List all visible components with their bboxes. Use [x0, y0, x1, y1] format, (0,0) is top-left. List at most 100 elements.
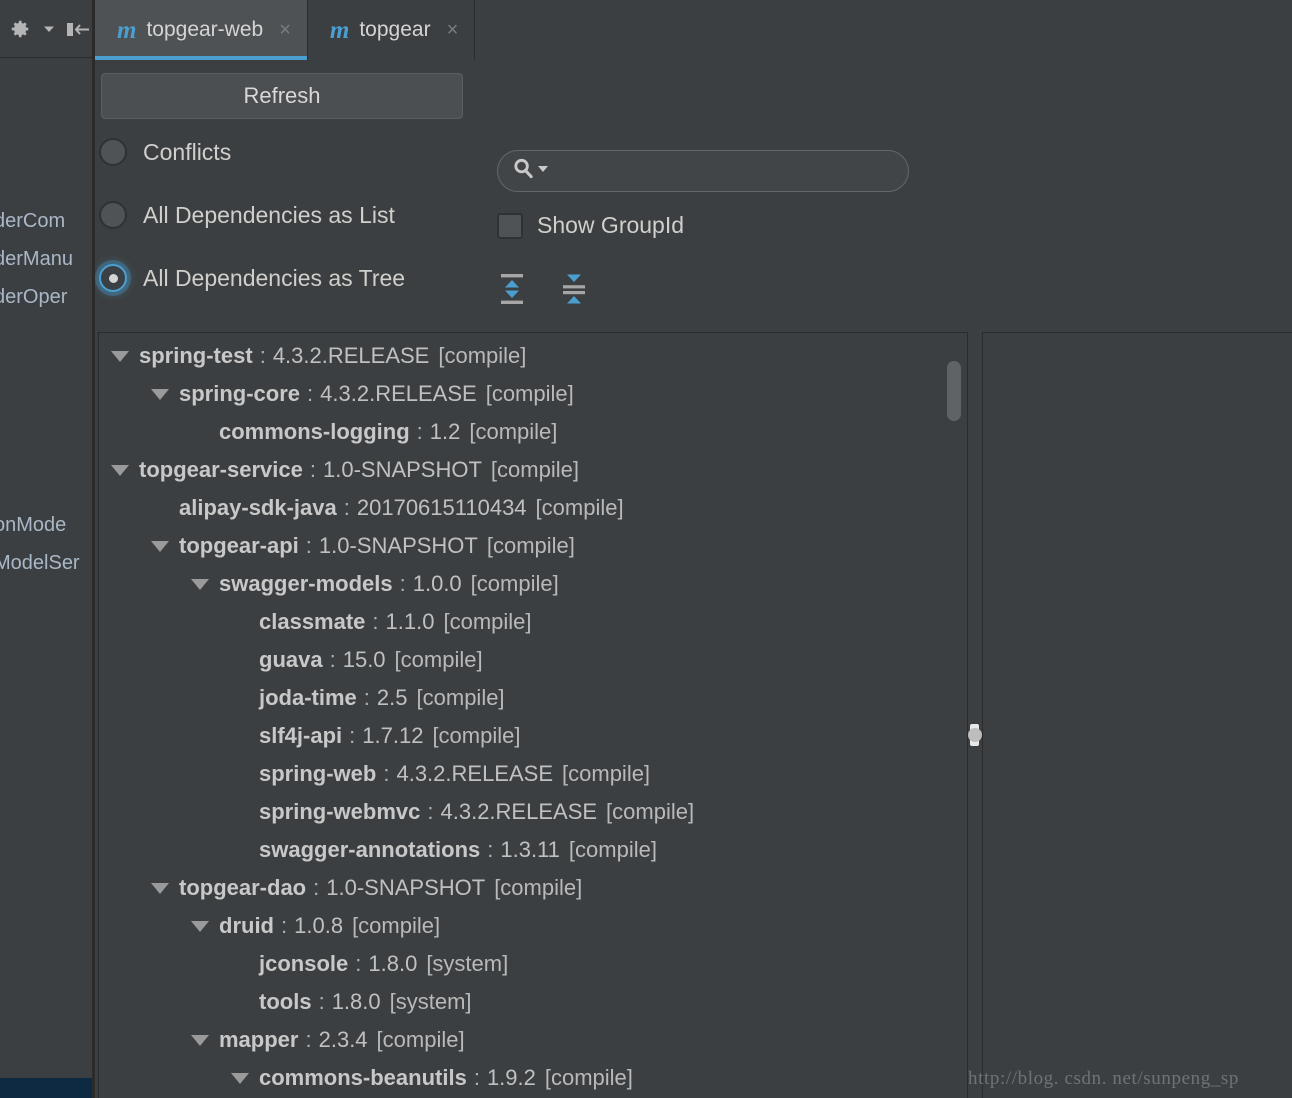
version: 1.0.8 [294, 907, 343, 945]
tree-row[interactable]: guava:15.0[compile] [99, 641, 967, 679]
show-groupid-checkbox[interactable] [497, 213, 523, 239]
artifact-id: topgear-service [139, 451, 303, 489]
search-input[interactable] [551, 161, 908, 182]
tree-row[interactable]: druid:1.0.8[compile] [99, 907, 967, 945]
separator: : [306, 527, 312, 565]
scope: [compile] [471, 565, 559, 603]
artifact-id: spring-webmvc [259, 793, 420, 831]
tree-row[interactable]: topgear-service:1.0-SNAPSHOT[compile] [99, 451, 967, 489]
chevron-down-icon[interactable] [151, 883, 169, 894]
dependency-details-panel[interactable] [982, 332, 1292, 1098]
tab-topgear[interactable]: m topgear × [308, 0, 475, 60]
tree-row[interactable]: topgear-dao:1.0-SNAPSHOT[compile] [99, 869, 967, 907]
close-icon[interactable]: × [447, 20, 459, 40]
watermark: http://blog. csdn. net/sunpeng_sp [968, 1068, 1239, 1090]
tree-row[interactable]: swagger-models:1.0.0[compile] [99, 565, 967, 603]
version: 1.0-SNAPSHOT [319, 527, 478, 565]
chevron-down-icon[interactable] [231, 1073, 249, 1084]
tree-row[interactable]: spring-test:4.3.2.RELEASE[compile] [99, 337, 967, 375]
tree-row[interactable]: slf4j-api:1.7.12[compile] [99, 717, 967, 755]
scope: [compile] [569, 831, 657, 869]
close-icon[interactable]: × [279, 20, 291, 40]
tree-row[interactable]: mapper:2.3.4[compile] [99, 1021, 967, 1059]
artifact-id: druid [219, 907, 274, 945]
scope: [compile] [395, 641, 483, 679]
tab-topgear-web[interactable]: m topgear-web × [95, 0, 308, 60]
radio-indicator[interactable] [99, 264, 127, 292]
artifact-id: mapper [219, 1021, 298, 1059]
tree-row[interactable]: topgear-api:1.0-SNAPSHOT[compile] [99, 527, 967, 565]
search-dropdown-icon[interactable] [537, 162, 549, 180]
chevron-down-icon[interactable] [151, 541, 169, 552]
tree-row[interactable]: spring-core:4.3.2.RELEASE[compile] [99, 375, 967, 413]
tree-row[interactable]: spring-web:4.3.2.RELEASE[compile] [99, 755, 967, 793]
show-groupid-checkbox-row[interactable]: Show GroupId [497, 212, 684, 239]
separator: : [487, 831, 493, 869]
scope: [compile] [494, 869, 582, 907]
tree-row[interactable]: commons-beanutils:1.9.2[compile] [99, 1059, 967, 1097]
chevron-down-icon[interactable] [191, 1035, 209, 1046]
tab-bar-filler [475, 0, 1292, 60]
tree-scrollbar-thumb[interactable] [947, 361, 961, 421]
project-item-fragment[interactable]: ModelSer [0, 552, 80, 575]
chevron-down-icon[interactable] [35, 15, 64, 43]
artifact-id: topgear-dao [179, 869, 306, 907]
separator: : [281, 907, 287, 945]
radio-option-conflicts[interactable]: Conflicts [99, 138, 231, 166]
show-groupid-label: Show GroupId [537, 212, 684, 239]
dependency-tree[interactable]: spring-test:4.3.2.RELEASE[compile]spring… [99, 337, 967, 1098]
version: 2.3.4 [319, 1021, 368, 1059]
artifact-id: guava [259, 641, 323, 679]
radio-option-all-dependencies-as-list[interactable]: All Dependencies as List [99, 201, 395, 229]
version: 1.0-SNAPSHOT [323, 451, 482, 489]
artifact-id: swagger-annotations [259, 831, 480, 869]
maven-icon: m [117, 18, 136, 43]
tree-row[interactable]: tools:1.8.0[system] [99, 983, 967, 1021]
tree-row[interactable]: jconsole:1.8.0[system] [99, 945, 967, 983]
artifact-id: spring-test [139, 337, 253, 375]
chevron-down-icon[interactable] [111, 465, 129, 476]
tree-row[interactable]: swagger-annotations:1.3.11[compile] [99, 831, 967, 869]
collapse-all-icon[interactable] [559, 272, 589, 306]
tree-row[interactable]: joda-time:2.5[compile] [99, 679, 967, 717]
radio-option-all-dependencies-as-tree[interactable]: All Dependencies as Tree [99, 264, 405, 292]
hide-panel-icon[interactable] [63, 15, 92, 43]
separator: : [305, 1021, 311, 1059]
tree-row[interactable]: classmate:1.1.0[compile] [99, 603, 967, 641]
radio-indicator[interactable] [99, 138, 127, 166]
chevron-down-icon[interactable] [151, 389, 169, 400]
separator: : [260, 337, 266, 375]
refresh-button[interactable]: Refresh [101, 73, 463, 119]
scope: [compile] [438, 337, 526, 375]
tree-row[interactable]: commons-logging:1.2[compile] [99, 413, 967, 451]
radio-indicator[interactable] [99, 201, 127, 229]
project-selected-row[interactable] [0, 1078, 92, 1098]
artifact-id: commons-logging [219, 413, 410, 451]
scope: [compile] [487, 527, 575, 565]
tree-row[interactable]: alipay-sdk-java:20170615110434[compile] [99, 489, 967, 527]
chevron-down-icon[interactable] [111, 351, 129, 362]
project-item-fragment[interactable]: derCom [0, 210, 65, 233]
project-item-fragment[interactable]: derOper [0, 286, 67, 309]
separator: : [330, 641, 336, 679]
search-field[interactable] [497, 150, 909, 192]
scope: [compile] [545, 1059, 633, 1097]
tree-scrollbar[interactable] [947, 335, 965, 1096]
maven-icon: m [330, 18, 349, 43]
artifact-id: classmate [259, 603, 365, 641]
chevron-down-icon[interactable] [191, 921, 209, 932]
panel-splitter[interactable] [968, 332, 980, 1098]
project-item-fragment[interactable]: onMode [0, 514, 66, 537]
chevron-down-icon[interactable] [191, 579, 209, 590]
separator: : [417, 413, 423, 451]
expand-all-icon[interactable] [497, 272, 527, 306]
scope: [compile] [491, 451, 579, 489]
scope: [compile] [352, 907, 440, 945]
version: 1.1.0 [386, 603, 435, 641]
splitter-handle[interactable] [970, 724, 979, 746]
artifact-id: swagger-models [219, 565, 393, 603]
separator: : [474, 1059, 480, 1097]
gear-icon[interactable] [6, 15, 35, 43]
tree-row[interactable]: spring-webmvc:4.3.2.RELEASE[compile] [99, 793, 967, 831]
project-item-fragment[interactable]: derManu [0, 248, 73, 271]
